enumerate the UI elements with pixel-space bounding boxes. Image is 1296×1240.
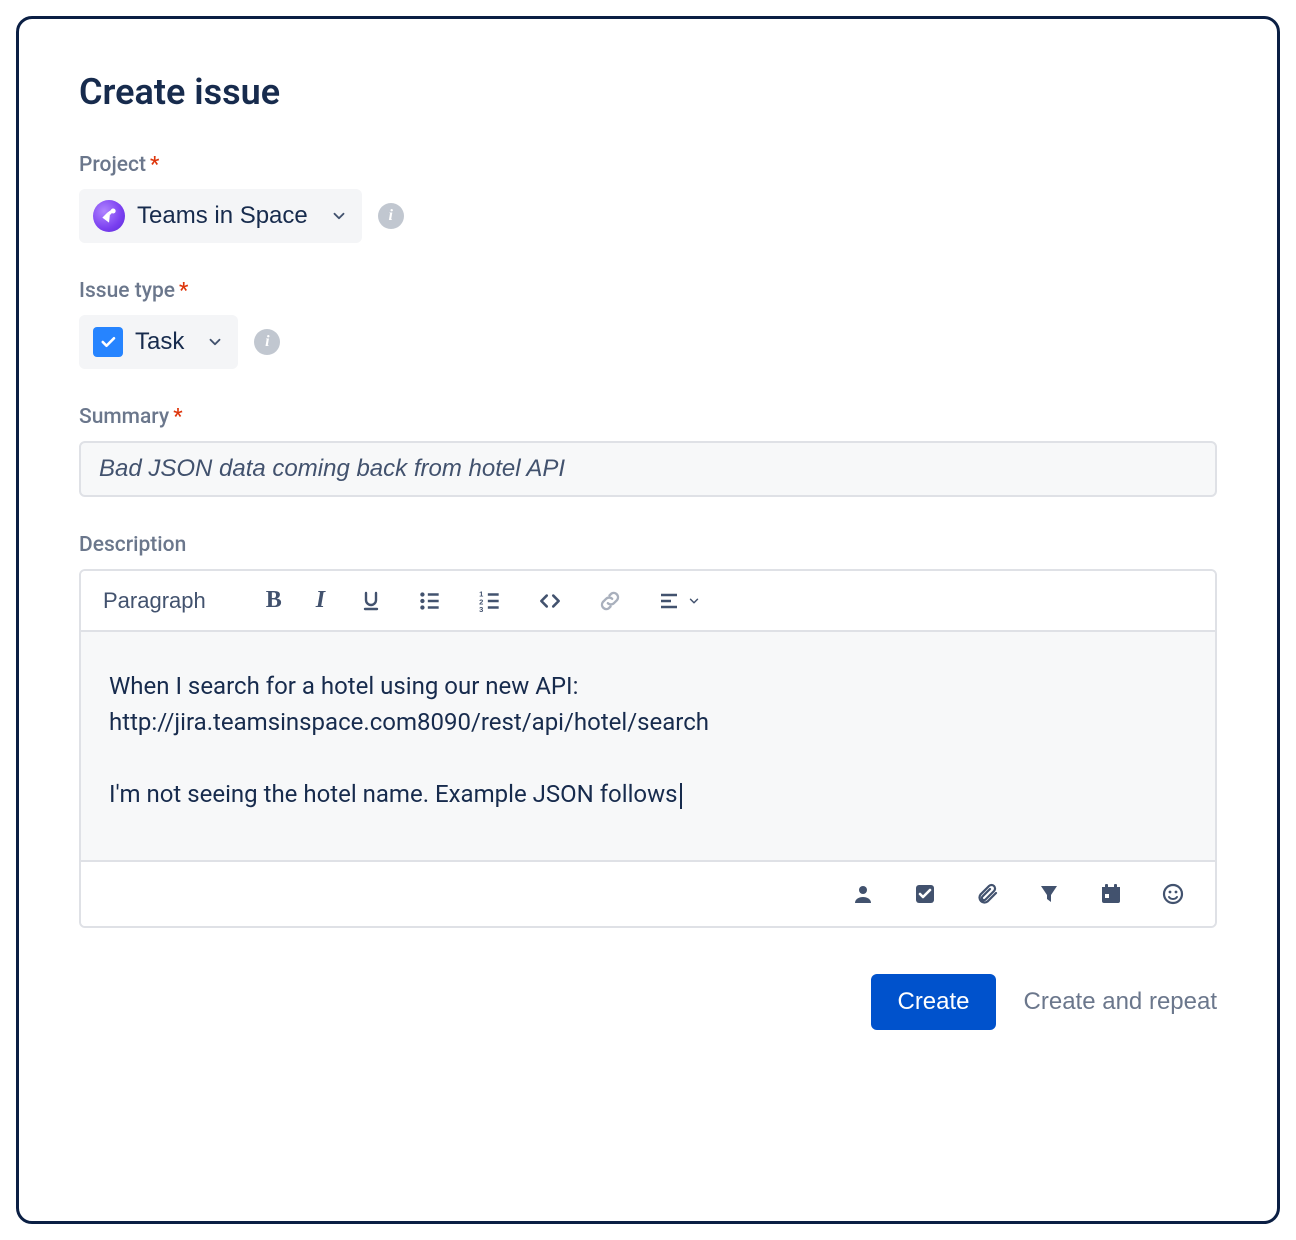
- project-field: Project * Teams in Space i: [79, 153, 1217, 243]
- editor-toolbar-bottom: [81, 860, 1215, 926]
- chevron-down-icon: [330, 207, 348, 225]
- info-icon[interactable]: i: [254, 329, 280, 355]
- summary-label: Summary *: [79, 405, 1217, 429]
- paragraph-style-select[interactable]: Paragraph: [103, 584, 206, 618]
- info-icon[interactable]: i: [378, 203, 404, 229]
- date-icon[interactable]: [1095, 878, 1127, 910]
- issue-type-value: Task: [135, 328, 184, 356]
- code-button[interactable]: [533, 584, 567, 618]
- chevron-down-icon: [206, 333, 224, 351]
- bold-button[interactable]: B: [262, 583, 286, 618]
- dialog-actions: Create Create and repeat: [79, 974, 1217, 1030]
- summary-input[interactable]: [79, 441, 1217, 497]
- checkbox-icon[interactable]: [909, 878, 941, 910]
- bullet-list-button[interactable]: [413, 584, 447, 618]
- task-type-icon: [93, 327, 123, 357]
- description-label: Description: [79, 533, 1217, 557]
- description-field: Description Paragraph B I 123: [79, 533, 1217, 928]
- project-value: Teams in Space: [137, 202, 308, 230]
- emoji-icon[interactable]: [1157, 878, 1189, 910]
- description-editor: Paragraph B I 123: [79, 569, 1217, 928]
- mention-icon[interactable]: [847, 878, 879, 910]
- issue-type-select[interactable]: Task: [79, 315, 238, 369]
- dialog-title: Create issue: [79, 71, 1217, 113]
- numbered-list-button[interactable]: 123: [473, 584, 507, 618]
- required-indicator: *: [179, 281, 188, 302]
- create-issue-dialog: Create issue Project * Teams in Space i …: [16, 16, 1280, 1224]
- link-button[interactable]: [593, 584, 627, 618]
- issue-type-label: Issue type *: [79, 279, 1217, 303]
- editor-toolbar-top: Paragraph B I 123: [81, 571, 1215, 632]
- italic-button[interactable]: I: [312, 583, 329, 618]
- text-cursor: [680, 783, 682, 809]
- required-indicator: *: [173, 407, 182, 428]
- align-button[interactable]: [653, 585, 705, 617]
- attachment-icon[interactable]: [971, 878, 1003, 910]
- create-button[interactable]: Create: [871, 974, 995, 1030]
- project-label: Project *: [79, 153, 1217, 177]
- filter-icon[interactable]: [1033, 878, 1065, 910]
- summary-field: Summary *: [79, 405, 1217, 497]
- create-and-repeat-button[interactable]: Create and repeat: [1024, 988, 1217, 1016]
- underline-button[interactable]: [355, 585, 387, 617]
- required-indicator: *: [150, 155, 159, 176]
- description-textarea[interactable]: When I search for a hotel using our new …: [81, 632, 1215, 860]
- svg-text:3: 3: [479, 604, 483, 613]
- project-select[interactable]: Teams in Space: [79, 189, 362, 243]
- issue-type-field: Issue type * Task i: [79, 279, 1217, 369]
- project-avatar-icon: [93, 200, 125, 232]
